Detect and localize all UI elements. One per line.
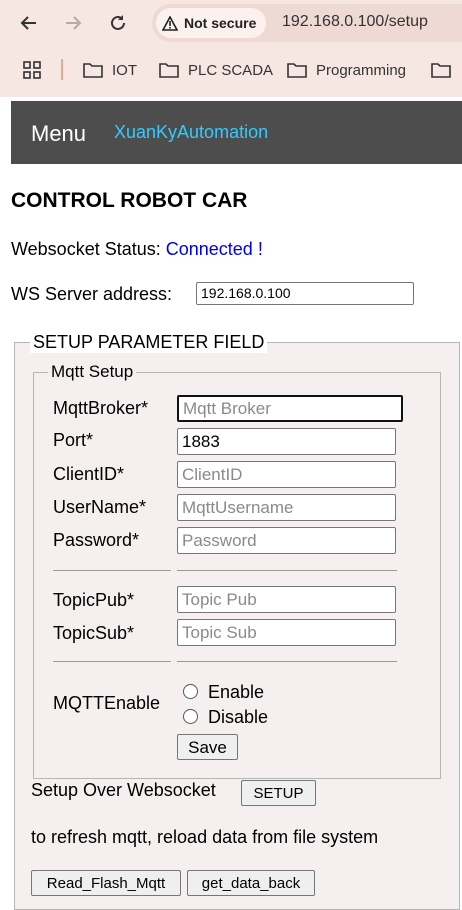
warning-icon	[162, 15, 178, 31]
topic-sub-label: TopicSub*	[53, 623, 135, 643]
get-data-back-button[interactable]: get_data_back	[187, 870, 315, 896]
password-label: Password*	[53, 530, 140, 550]
ws-address-label: WS Server address:	[11, 284, 173, 304]
reload-button[interactable]	[103, 8, 133, 38]
menu-button[interactable]: Menu	[31, 121, 86, 147]
divider-right	[177, 570, 397, 571]
bookmark-overflow-folder[interactable]	[431, 58, 460, 82]
bookmark-iot[interactable]: IOT	[83, 58, 137, 82]
folder-icon	[83, 63, 103, 78]
broker-label: MqttBroker*	[53, 398, 149, 418]
folder-icon	[287, 63, 307, 78]
brand-link[interactable]: XuanKyAutomation	[114, 122, 268, 143]
save-button[interactable]: Save	[177, 734, 238, 760]
url-text[interactable]: 192.168.0.100/setup	[282, 13, 428, 31]
ws-setup-text: Setup Over Websocket	[31, 780, 216, 800]
mqtt-setup-legend: Mqtt Setup	[48, 361, 137, 383]
client-id-label: ClientID*	[53, 464, 125, 484]
setup-legend: SETUP PARAMETER FIELD	[30, 331, 268, 353]
websocket-status: Websocket Status: Connected !	[11, 239, 263, 260]
enable-radio[interactable]	[183, 684, 198, 699]
arrow-left-icon	[20, 16, 36, 30]
apps-button[interactable]	[23, 58, 50, 82]
port-label: Port*	[53, 430, 94, 450]
disable-radio-label[interactable]: Disable	[208, 707, 268, 728]
forward-button[interactable]	[58, 8, 88, 38]
topic-sub-input[interactable]: Topic Sub	[177, 619, 396, 646]
divider-right	[177, 661, 397, 662]
bookmark-label: IOT	[112, 61, 137, 79]
arrow-right-icon	[66, 16, 82, 30]
bookmark-programming[interactable]: Programming	[287, 58, 406, 82]
security-chip[interactable]: Not secure	[156, 8, 267, 38]
username-label: UserName*	[53, 497, 147, 517]
websocket-status-label: Websocket Status:	[11, 239, 166, 259]
refresh-text: to refresh mqtt, reload data from file s…	[31, 827, 379, 847]
bookmark-label: PLC SCADA	[188, 61, 274, 79]
bookmark-divider	[61, 59, 63, 80]
websocket-status-value: Connected !	[165, 239, 263, 259]
divider-left	[53, 570, 171, 571]
read-flash-mqtt-button[interactable]: Read_Flash_Mqtt	[31, 870, 181, 896]
bookmark-plc-scada[interactable]: PLC SCADA	[159, 58, 273, 82]
port-input[interactable]: 1883	[177, 428, 396, 455]
security-label: Not secure	[184, 15, 257, 31]
folder-icon	[159, 63, 179, 78]
username-input[interactable]: MqttUsername	[177, 494, 396, 521]
enable-radio-label[interactable]: Enable	[208, 682, 264, 703]
reload-icon	[111, 15, 125, 30]
setup-button[interactable]: SETUP	[241, 780, 316, 806]
page-title: CONTROL ROBOT CAR	[11, 189, 248, 212]
topic-pub-input[interactable]: Topic Pub	[177, 586, 396, 613]
bookmark-label: Programming	[316, 61, 407, 79]
client-id-input[interactable]: ClientID	[177, 461, 396, 488]
password-input[interactable]: Password	[177, 527, 396, 554]
ws-address-input[interactable]: 192.168.0.100	[196, 282, 414, 305]
back-button[interactable]	[14, 8, 44, 38]
disable-radio[interactable]	[183, 709, 198, 724]
apps-grid-icon	[23, 61, 41, 79]
folder-icon	[431, 63, 451, 78]
mqtt-enable-label: MQTTEnable	[53, 693, 161, 713]
top-menu-bar: Menu XuanKyAutomation	[11, 101, 462, 164]
browser-toolbar: Not secure 192.168.0.100/setup IOT PLC S…	[0, 0, 462, 97]
topic-pub-label: TopicPub*	[53, 590, 135, 610]
mqtt-broker-input[interactable]: Mqtt Broker	[177, 395, 403, 422]
divider-left	[53, 661, 171, 662]
